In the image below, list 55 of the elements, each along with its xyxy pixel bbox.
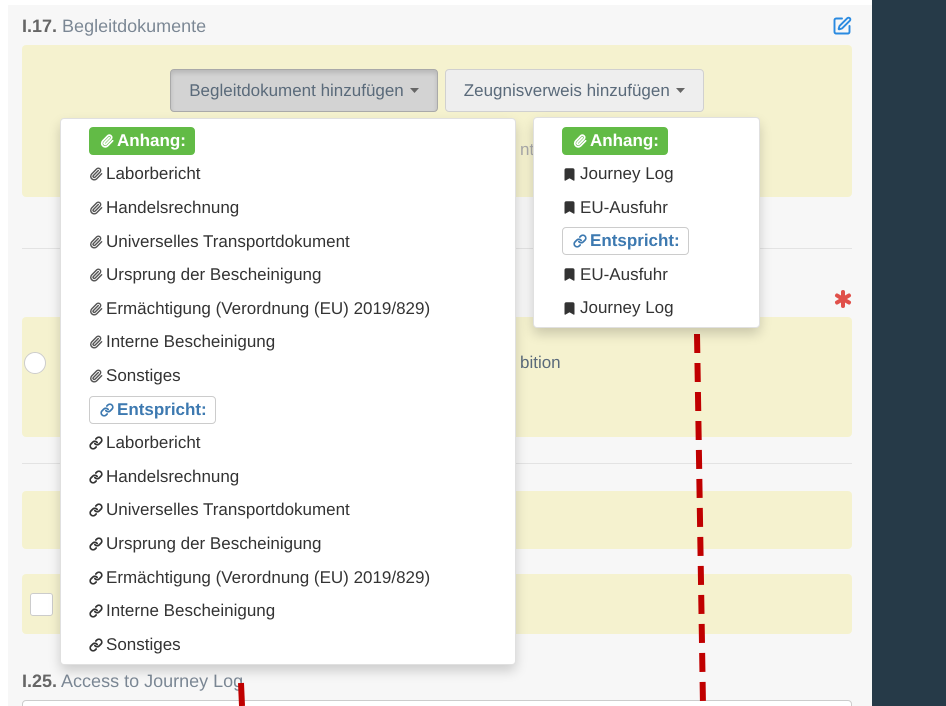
link-icon xyxy=(89,536,103,551)
paperclip-icon xyxy=(89,268,103,282)
menu-item[interactable]: Ermächtigung (Verordnung (EU) 2019/829) xyxy=(89,298,430,319)
menu-item[interactable]: Laborbericht xyxy=(89,164,201,184)
link-icon xyxy=(573,234,587,248)
add-dropdown-button[interactable]: Begleitdokument hinzufügen xyxy=(170,69,438,112)
radio-button[interactable] xyxy=(24,352,46,374)
link-icon xyxy=(89,470,103,484)
menu-item[interactable]: Sonstiges xyxy=(89,634,181,655)
paperclip-icon xyxy=(100,134,114,148)
badge-label: Anhang: xyxy=(117,130,186,151)
menu-item[interactable]: Handelsrechnung xyxy=(89,198,240,218)
menu-item[interactable]: Interne Bescheinigung xyxy=(89,332,276,352)
link-icon xyxy=(89,436,103,450)
menu-item[interactable]: Laborbericht xyxy=(89,433,201,454)
bookmark-icon xyxy=(562,200,577,216)
paperclip-icon xyxy=(89,368,103,383)
add-dropdown-button[interactable]: Zeugnisverweis hinzufügen xyxy=(444,69,704,112)
menu-item[interactable]: Universelles Transportdokument xyxy=(89,232,350,252)
bookmark-icon xyxy=(562,166,577,182)
link-icon xyxy=(89,503,103,518)
paperclip-icon xyxy=(89,302,103,316)
menu-item[interactable]: Journey Log xyxy=(562,164,674,184)
bookmark-icon xyxy=(562,300,577,316)
menu-item[interactable]: Universelles Transportdokument xyxy=(89,500,350,520)
menu-item[interactable]: Handelsrechnung xyxy=(89,466,240,487)
paperclip-icon xyxy=(89,167,103,182)
edit-icon[interactable] xyxy=(832,16,852,36)
checkbox[interactable] xyxy=(30,592,53,616)
menu-item[interactable]: Ursprung der Bescheinigung xyxy=(89,534,322,554)
link-icon xyxy=(89,570,103,585)
paperclip-icon xyxy=(89,234,103,249)
menu-item[interactable]: Sonstiges xyxy=(89,366,181,386)
bookmark-icon xyxy=(562,267,577,282)
menu-item[interactable]: Ermächtigung (Verordnung (EU) 2019/829) xyxy=(89,568,430,588)
paperclip-icon xyxy=(573,134,587,148)
menu-item[interactable]: Ursprung der Bescheinigung xyxy=(89,265,322,286)
badge-label: Anhang: xyxy=(590,130,659,151)
section-title: I.17. Begleitdokumente xyxy=(22,16,206,36)
paperclip-icon xyxy=(89,335,103,350)
menu-item[interactable]: EU-Ausfuhr xyxy=(562,264,668,285)
menu-item[interactable]: EU-Ausfuhr xyxy=(562,198,668,218)
link-icon xyxy=(89,604,103,618)
caret-icon xyxy=(410,88,419,93)
caret-icon xyxy=(676,88,685,93)
paperclip-icon xyxy=(89,200,103,215)
radio-label: bition xyxy=(520,353,561,373)
link-icon xyxy=(100,402,114,417)
badge-label: Entspricht: xyxy=(117,400,207,420)
required-icon xyxy=(834,290,852,308)
menu-item[interactable]: Interne Bescheinigung xyxy=(89,601,276,622)
badge-label: Entspricht: xyxy=(590,231,680,252)
link-icon xyxy=(89,638,103,652)
menu-item[interactable]: Journey Log xyxy=(562,298,674,318)
panel-text: nt xyxy=(520,140,534,160)
